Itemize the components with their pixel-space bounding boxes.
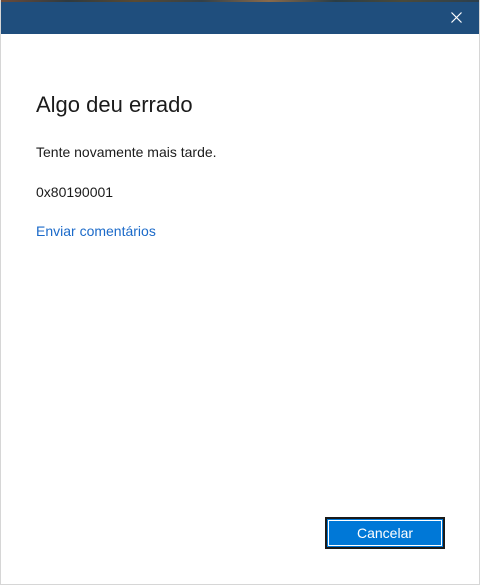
dialog-window: Algo deu errado Tente novamente mais tar… [0,0,480,585]
error-message: Tente novamente mais tarde. [36,144,217,160]
close-button[interactable] [433,0,479,34]
send-feedback-link[interactable]: Enviar comentários [36,223,156,239]
page-title: Algo deu errado [36,92,193,117]
background-strip [1,0,479,2]
close-icon [450,11,462,23]
title-bar [1,0,479,34]
cancel-button[interactable]: Cancelar [325,517,445,549]
error-code: 0x80190001 [36,184,114,200]
cancel-button-label: Cancelar [356,525,414,541]
